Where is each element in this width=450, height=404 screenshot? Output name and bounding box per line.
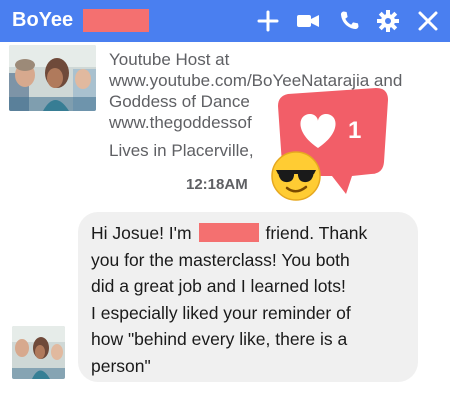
- message-timestamp: 12:18AM: [186, 176, 248, 193]
- redacted-surname: [83, 9, 149, 32]
- message-line: did a great job and I learned lots!: [91, 276, 346, 296]
- close-icon[interactable]: [416, 9, 440, 33]
- profile-photo[interactable]: [9, 45, 96, 111]
- sender-avatar[interactable]: [12, 326, 65, 379]
- sunglasses-emoji: [270, 150, 322, 202]
- like-count: 1: [348, 117, 362, 144]
- message-line: how "behind every like, there is a: [91, 329, 348, 349]
- bio-line: Youtube Host at: [109, 50, 230, 69]
- message-text: Hi Josue! I'm friend. Thank you for the …: [91, 220, 413, 379]
- redacted-name: [199, 223, 260, 242]
- message-line: person": [91, 355, 151, 376]
- message-bubble[interactable]: Hi Josue! I'm friend. Thank you for the …: [78, 212, 418, 382]
- chat-header: BoYee: [0, 0, 450, 42]
- phone-icon[interactable]: [337, 9, 361, 33]
- contact-name[interactable]: BoYee: [12, 9, 73, 32]
- message-line: I especially liked your reminder of: [91, 302, 351, 323]
- gear-icon[interactable]: [376, 9, 400, 33]
- message-line: you for the masterclass! You both: [91, 249, 350, 270]
- plus-icon[interactable]: [256, 9, 280, 33]
- video-camera-icon[interactable]: [296, 9, 320, 33]
- message-line: Hi Josue! I'm friend. Thank: [91, 223, 368, 243]
